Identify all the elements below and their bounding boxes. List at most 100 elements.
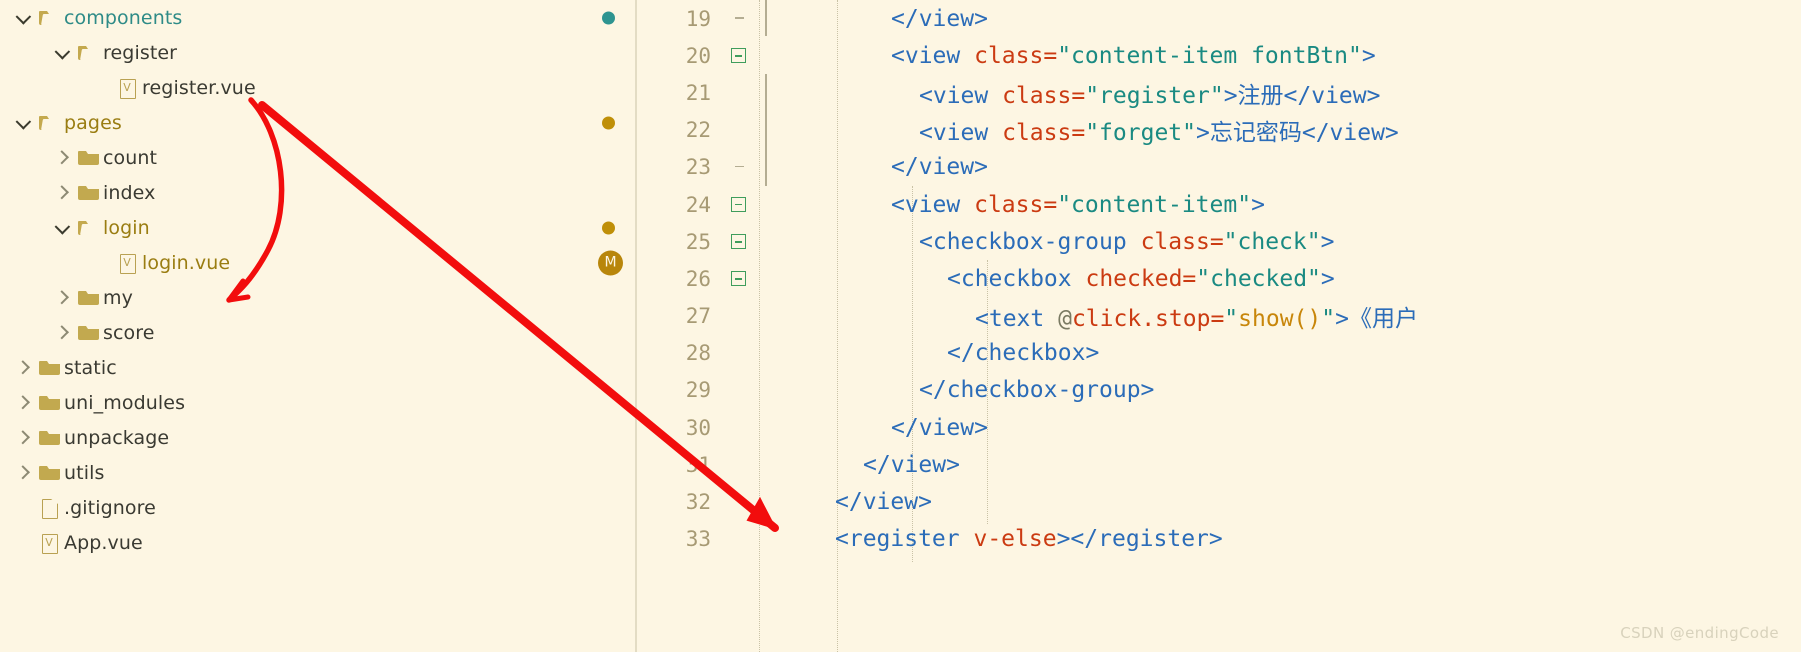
tree-item-components[interactable]: components bbox=[0, 0, 635, 35]
fold-collapse-icon[interactable] bbox=[725, 186, 759, 223]
code-line[interactable]: 30 </view> bbox=[637, 409, 1801, 446]
chevron-right-icon[interactable] bbox=[14, 350, 36, 385]
tree-item-uni_modules[interactable]: uni_modules bbox=[0, 385, 635, 420]
code-line[interactable]: 22 <view class="forget">忘记密码</view> bbox=[637, 112, 1801, 149]
tree-item--gitignore[interactable]: .gitignore bbox=[0, 490, 635, 525]
status-dot bbox=[602, 11, 615, 24]
code-token-tag: > bbox=[1361, 42, 1376, 69]
status-dot bbox=[602, 221, 615, 234]
code-line[interactable]: 32 </view> bbox=[637, 483, 1801, 520]
code-token-attr: v-else bbox=[973, 526, 1057, 553]
fold-collapse-icon[interactable] bbox=[725, 223, 759, 260]
code-text: </view> bbox=[759, 154, 988, 180]
code-line[interactable]: 23 </view> bbox=[637, 149, 1801, 186]
tree-item-label: login.vue bbox=[142, 251, 231, 274]
code-text: <view class="forget">忘记密码</view> bbox=[759, 113, 1399, 147]
chevron-right-icon[interactable] bbox=[53, 175, 75, 210]
folder-icon bbox=[36, 350, 64, 385]
code-token-attr: class bbox=[1140, 228, 1210, 255]
code-line[interactable]: 28 </checkbox> bbox=[637, 335, 1801, 372]
fold-guide bbox=[725, 112, 759, 149]
tree-item-app-vue[interactable]: App.vue bbox=[0, 525, 635, 560]
folder-icon bbox=[75, 140, 103, 175]
code-text: </view> bbox=[759, 489, 932, 515]
code-token-tag: <view bbox=[891, 191, 975, 218]
code-token-str: "check" bbox=[1223, 228, 1321, 255]
line-number: 33 bbox=[685, 527, 711, 552]
chevron-right-icon[interactable] bbox=[14, 385, 36, 420]
chevron-right-icon[interactable] bbox=[53, 140, 75, 175]
chevron-right-icon[interactable] bbox=[14, 455, 36, 490]
code-token-eq: = bbox=[1071, 120, 1086, 147]
tree-item-label: login bbox=[103, 216, 150, 239]
tree-item-label: static bbox=[64, 356, 117, 379]
fold-collapse-icon[interactable] bbox=[725, 37, 759, 74]
chevron-right-icon[interactable] bbox=[53, 315, 75, 350]
code-line[interactable]: 29 </checkbox-group> bbox=[637, 372, 1801, 409]
chevron-down-icon[interactable] bbox=[53, 210, 75, 245]
tree-item-login-vue[interactable]: login.vue M bbox=[0, 245, 635, 280]
code-token-tag: <checkbox-group bbox=[919, 228, 1141, 255]
line-number: 20 bbox=[685, 43, 711, 68]
fold-collapse-icon[interactable] bbox=[725, 260, 759, 297]
fold-guide bbox=[725, 521, 759, 558]
folder-icon bbox=[36, 385, 64, 420]
chevron-down-icon[interactable] bbox=[53, 35, 75, 70]
code-token-str: "checked" bbox=[1196, 265, 1321, 292]
fold-guide bbox=[725, 446, 759, 483]
code-line[interactable]: 20 <view class="content-item fontBtn"> bbox=[637, 37, 1801, 74]
tree-item-my[interactable]: my bbox=[0, 280, 635, 315]
line-number: 26 bbox=[685, 266, 711, 291]
tree-item-label: register.vue bbox=[142, 76, 256, 99]
code-token-str: "forget" bbox=[1085, 120, 1196, 147]
code-token-str: "content-item fontBtn" bbox=[1057, 42, 1362, 69]
code-line[interactable]: 27 <text @click.stop="show()">《用户 bbox=[637, 298, 1801, 335]
code-line[interactable]: 33 <register v-else></register> bbox=[637, 521, 1801, 558]
file-explorer-panel: components register register.vue pages count… bbox=[0, 0, 637, 652]
tree-item-register[interactable]: register bbox=[0, 35, 635, 70]
code-line[interactable]: 24 <view class="content-item"> bbox=[637, 186, 1801, 223]
code-line[interactable]: 25 <checkbox-group class="check"> bbox=[637, 223, 1801, 260]
code-token-tag: <checkbox bbox=[947, 265, 1086, 292]
tree-item-count[interactable]: count bbox=[0, 140, 635, 175]
code-token-tag: > bbox=[1320, 228, 1335, 255]
code-line[interactable]: 26 <checkbox checked="checked"> bbox=[637, 260, 1801, 297]
fold-guide bbox=[725, 372, 759, 409]
code-token-str: "register" bbox=[1085, 82, 1224, 109]
code-editor[interactable]: 19 </view> 20 <view class="content-item fon… bbox=[637, 0, 1801, 652]
folder-open-icon bbox=[75, 35, 103, 70]
code-token-tag: > bbox=[1251, 191, 1265, 218]
code-token-tag: > bbox=[1320, 265, 1335, 292]
code-line[interactable]: 19 </view> bbox=[637, 0, 1801, 37]
code-token-tag: </view> bbox=[891, 414, 988, 441]
tree-item-index[interactable]: index bbox=[0, 175, 635, 210]
tree-item-static[interactable]: static bbox=[0, 350, 635, 385]
code-token-at: @ bbox=[1058, 306, 1072, 333]
code-text: <checkbox-group class="check"> bbox=[759, 229, 1334, 255]
chevron-right-icon[interactable] bbox=[14, 420, 36, 455]
tree-item-score[interactable]: score bbox=[0, 315, 635, 350]
tree-item-pages[interactable]: pages bbox=[0, 105, 635, 140]
chevron-down-icon[interactable] bbox=[14, 105, 36, 140]
code-token-attr: class bbox=[974, 42, 1044, 69]
chevron-down-icon[interactable] bbox=[14, 0, 36, 35]
tree-item-utils[interactable]: utils bbox=[0, 455, 635, 490]
code-token-cjk: 《用户 bbox=[1348, 306, 1418, 333]
code-token-tag: </view> bbox=[891, 154, 988, 181]
tree-item-label: pages bbox=[64, 111, 122, 134]
line-number: 21 bbox=[685, 80, 711, 105]
code-token-tag: > bbox=[1335, 306, 1349, 333]
tree-item-login[interactable]: login bbox=[0, 210, 635, 245]
tree-item-label: uni_modules bbox=[64, 391, 186, 414]
code-line[interactable]: 21 <view class="register">注册</view> bbox=[637, 74, 1801, 111]
folder-open-icon bbox=[75, 210, 103, 245]
fold-guide bbox=[725, 298, 759, 335]
tree-item-unpackage[interactable]: unpackage bbox=[0, 420, 635, 455]
code-line[interactable]: 31 </view> bbox=[637, 446, 1801, 483]
line-number: 29 bbox=[685, 378, 711, 403]
code-text: <register v-else></register> bbox=[759, 526, 1223, 552]
chevron-right-icon[interactable] bbox=[53, 280, 75, 315]
code-lines[interactable]: 19 </view> 20 <view class="content-item fon… bbox=[637, 0, 1801, 558]
tree-item-register-vue[interactable]: register.vue bbox=[0, 70, 635, 105]
